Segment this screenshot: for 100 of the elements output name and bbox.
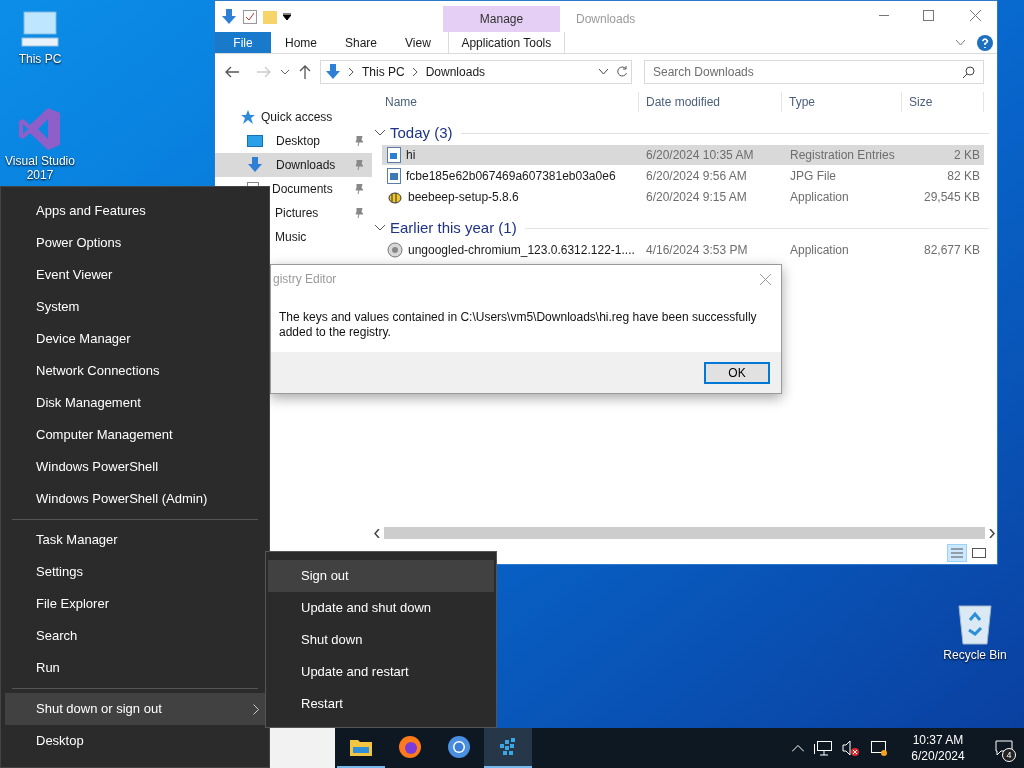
chromium-icon[interactable] (447, 735, 471, 759)
close-icon[interactable] (760, 273, 771, 285)
menu-item[interactable]: Windows PowerShell (5, 451, 265, 483)
ribbon-tab[interactable]: View (391, 32, 445, 53)
menu-item[interactable]: Settings (5, 556, 265, 588)
maximize-icon[interactable] (923, 10, 934, 21)
group-header[interactable]: Today (3) (390, 121, 453, 145)
type-cell-text: Registration Entries (789, 147, 896, 164)
caret-up-icon[interactable] (792, 744, 804, 752)
menu-item[interactable]: Disk Management (5, 387, 265, 419)
date-cell-text: 6/20/2024 9:56 AM (645, 168, 748, 185)
desktop-icon-label[interactable]: This PC (18, 52, 62, 66)
desktop-icon-label[interactable]: Recycle Bin (943, 648, 1007, 662)
ribbon-tab[interactable]: Application Tools (447, 32, 565, 53)
file-row[interactable]: ungoogled-chromium_123.0.6312.122-1.... 4/16/2024 3:53 PM Application 82,677 KB (382, 240, 984, 260)
menu-item[interactable]: Windows PowerShell (Admin) (5, 483, 265, 515)
bee-icon (387, 190, 403, 204)
menu-item[interactable]: Restart (268, 688, 494, 720)
column-header[interactable]: Name (372, 92, 639, 112)
ribbon-tab[interactable]: File (215, 32, 271, 53)
download-arrow-icon (325, 64, 341, 80)
file-name: hi (406, 147, 416, 164)
close-icon[interactable] (970, 10, 981, 21)
network-icon[interactable] (814, 740, 832, 756)
column-header[interactable]: Date modified (639, 92, 782, 112)
scroll-right-icon[interactable] (989, 528, 995, 538)
menu-item[interactable]: Shut down (268, 624, 494, 656)
file-name: beebeep-setup-5.8.6 (408, 189, 519, 206)
column-header[interactable]: Size (902, 92, 984, 112)
menu-item[interactable]: Task Manager (5, 524, 265, 556)
download-arrow-icon (247, 157, 263, 173)
file-row[interactable]: hi 6/20/2024 10:35 AM Registration Entries 2 KB (382, 145, 984, 165)
contextual-header: Manage (443, 6, 560, 32)
search-field[interactable]: Search Downloads (644, 60, 984, 84)
ok-button[interactable]: OK (704, 361, 770, 384)
menu-item[interactable]: Computer Management (5, 419, 265, 451)
refresh-icon[interactable] (616, 66, 628, 78)
collapse-chevron-icon[interactable] (375, 130, 385, 136)
muted-speaker-icon[interactable] (842, 740, 860, 756)
scroll-left-icon[interactable] (374, 528, 380, 538)
menu-item[interactable]: System (5, 291, 265, 323)
up-arrow-icon[interactable] (299, 65, 311, 79)
date-cell-text: 6/20/2024 9:15 AM (645, 189, 748, 206)
folder-icon[interactable] (350, 738, 372, 756)
application-icon (387, 242, 403, 258)
menu-item[interactable]: Network Connections (5, 355, 265, 387)
chevron-icon[interactable] (956, 39, 965, 46)
properties-icon[interactable] (243, 9, 257, 24)
collapse-chevron-icon[interactable] (375, 225, 385, 231)
group-header[interactable]: Earlier this year (1) (390, 216, 517, 240)
date-cell-text: 6/20/2024 10:35 AM (645, 147, 755, 164)
column-header[interactable]: Type (782, 92, 902, 112)
search-icon[interactable] (963, 66, 975, 78)
menu-item[interactable]: Device Manager (5, 323, 265, 355)
large-icons-view-icon[interactable] (971, 545, 987, 560)
clock-date[interactable]: 6/20/2024 (911, 748, 965, 764)
display-icon[interactable] (870, 740, 888, 756)
registry-file-icon (387, 147, 401, 163)
dropdown-icon[interactable] (599, 69, 608, 75)
menu-item[interactable]: Shut down or sign out (5, 693, 265, 725)
notification-button[interactable]: 4 (984, 728, 1024, 768)
breadcrumb-separator-icon (349, 68, 354, 76)
size-cell-text: 2 KB (953, 147, 981, 164)
computer-icon (18, 10, 62, 50)
menu-item[interactable]: Power Options (5, 227, 265, 259)
minimize-icon[interactable] (879, 15, 889, 17)
image-file-icon (387, 168, 401, 184)
nav-item[interactable]: Desktop (215, 129, 372, 153)
dialog-message: The keys and values contained in C:\Users\vm5\Downloads\hi.reg have been successfully added to the registry. (279, 310, 758, 340)
download-arrow-icon (221, 8, 237, 25)
address-bar[interactable]: This PC Downloads (320, 60, 632, 84)
breadcrumb[interactable]: Downloads (425, 63, 486, 81)
menu-item[interactable]: Sign out (268, 560, 494, 592)
type-cell-text: Application (789, 189, 850, 206)
menu-item[interactable]: Update and shut down (268, 592, 494, 624)
menu-item[interactable]: File Explorer (5, 588, 265, 620)
size-cell-text: 82,677 KB (922, 242, 981, 259)
menu-item[interactable]: Desktop (5, 725, 265, 757)
desktop-icon (247, 134, 263, 148)
menu-item[interactable]: Search (5, 620, 265, 652)
file-name: ungoogled-chromium_123.0.6312.122-1.... (408, 242, 635, 259)
menu-item[interactable]: Event Viewer (5, 259, 265, 291)
ribbon-tab[interactable]: Share (331, 32, 392, 53)
file-row[interactable]: fcbe185e62b067469a607381eb03a0e6 6/20/2024 9:56 AM JPG File 82 KB (382, 166, 984, 186)
menu-item[interactable]: Run (5, 652, 265, 684)
back-arrow-icon[interactable] (225, 66, 239, 78)
file-row[interactable]: beebeep-setup-5.8.6 6/20/2024 9:15 AM Application 29,545 KB (382, 187, 984, 207)
visual-studio-icon (18, 106, 62, 152)
menu-item[interactable]: Update and restart (268, 656, 494, 688)
nav-item[interactable]: Quick access (215, 105, 372, 129)
breadcrumb[interactable]: This PC (362, 63, 405, 81)
help-icon[interactable] (977, 34, 993, 51)
horizontal-scrollbar[interactable] (372, 525, 997, 541)
taskbar-app[interactable] (484, 728, 532, 768)
firefox-icon[interactable] (398, 735, 422, 759)
desktop-icon-label[interactable]: Visual Studio 2017 (2, 154, 78, 182)
ribbon-tab[interactable]: Home (271, 32, 331, 53)
dropdown-icon[interactable] (283, 12, 291, 21)
nav-item[interactable]: Downloads (215, 153, 372, 177)
clock-time[interactable]: 10:37 AM (912, 732, 964, 748)
